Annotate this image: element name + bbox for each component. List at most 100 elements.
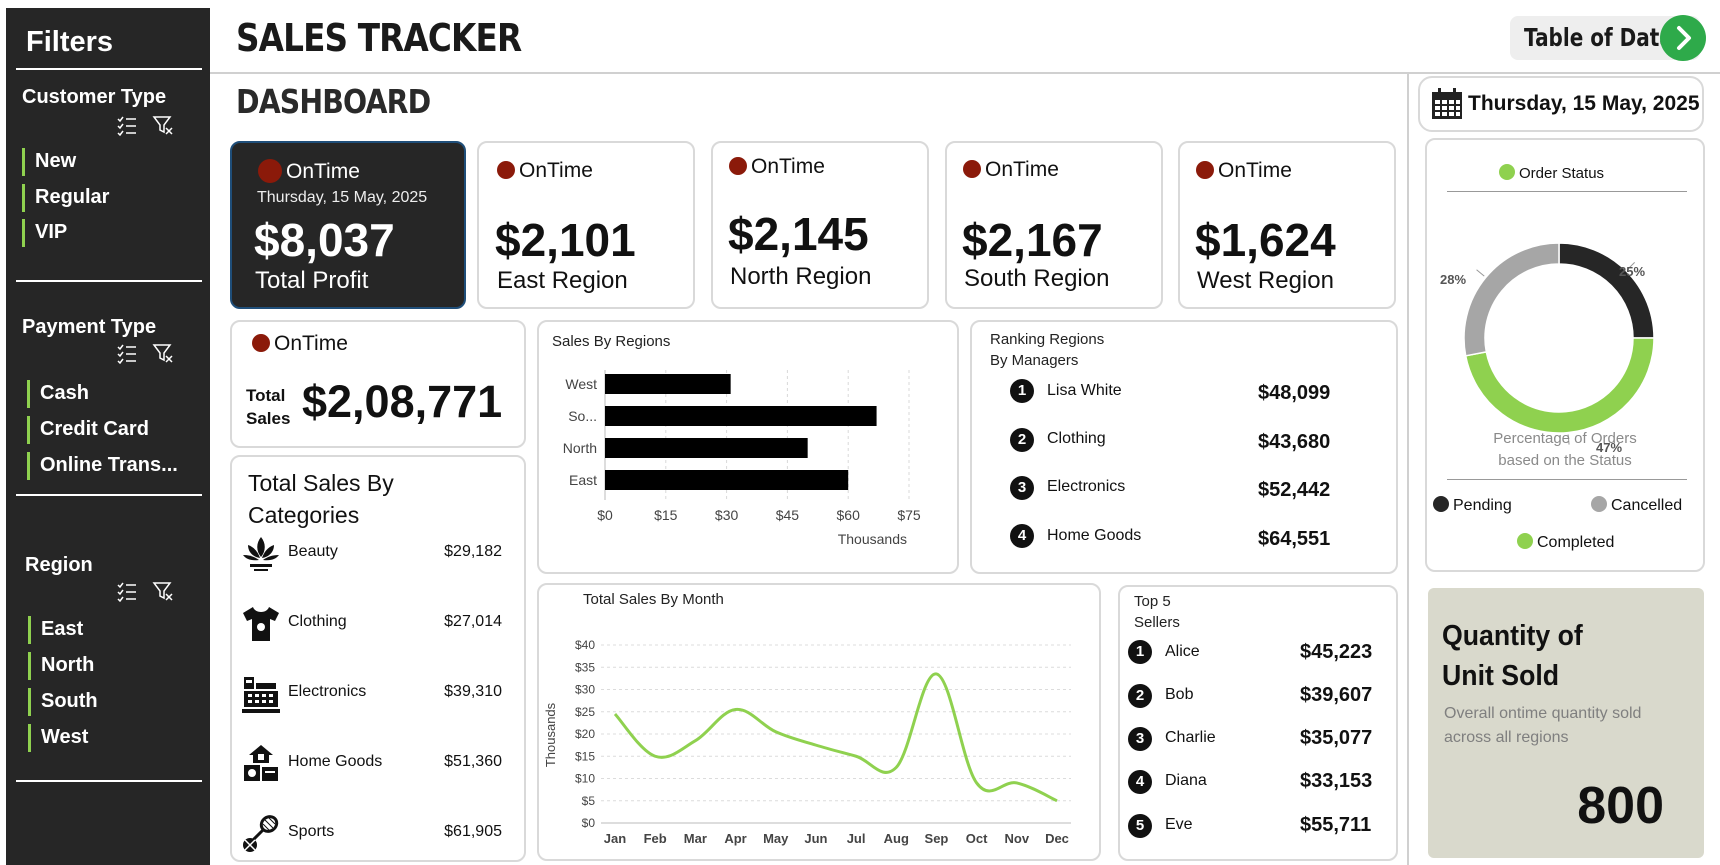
multi-select-icon[interactable] [116, 342, 138, 364]
ranking-managers-card: Ranking Regions By Managers 1 Lisa White… [970, 320, 1398, 574]
kpi-label: East Region [497, 267, 628, 294]
kpi-value: $2,101 [495, 214, 636, 266]
x-tick-label: Nov [1005, 831, 1030, 846]
category-value: $39,310 [444, 683, 502, 700]
category-label: So... [568, 408, 597, 424]
filter-item-online-transfer[interactable]: Online Trans... [27, 452, 178, 480]
bar [605, 470, 849, 490]
x-tick-label: Oct [966, 831, 988, 846]
filter-item-credit-card[interactable]: Credit Card [27, 416, 149, 444]
x-tick-label: Jun [804, 831, 827, 846]
rank-badge: 1 [1010, 379, 1034, 403]
filter-item-cash[interactable]: Cash [27, 380, 89, 408]
category-label: East [569, 472, 597, 488]
status-badge: OnTime [963, 158, 1059, 182]
seller-name: Diana [1165, 772, 1207, 789]
bar [605, 406, 877, 426]
filter-item-south[interactable]: South [28, 688, 98, 716]
category-name: Electronics [288, 683, 367, 700]
divider [1447, 191, 1687, 192]
bar [605, 374, 731, 394]
y-tick-label: $20 [575, 727, 595, 741]
home-goods-icon [244, 745, 278, 781]
clear-filter-icon[interactable] [152, 580, 174, 602]
y-tick-label: $30 [575, 683, 595, 697]
x-tick-label: Jan [604, 831, 626, 846]
legend-dot-icon [1433, 496, 1449, 512]
legend-label: Pending [1453, 497, 1512, 514]
legend-dot-icon [1517, 533, 1533, 549]
order-status-legend-title: Order Status [1499, 164, 1604, 182]
clear-filter-icon[interactable] [152, 342, 174, 364]
total-sales-value: $2,08,771 [302, 376, 503, 427]
status-dot-icon [497, 161, 515, 179]
clear-filter-icon[interactable] [152, 114, 174, 136]
status-dot-icon [729, 157, 747, 175]
kpi-total-profit: OnTime Thursday, 15 May, 2025 $8,037 Tot… [230, 141, 466, 309]
table-of-data-button[interactable]: Table of Data [1510, 15, 1706, 61]
x-tick-label: $15 [654, 507, 678, 523]
sports-icon [243, 815, 279, 852]
filters-sidebar: Filters Customer Type New Regular VIP Pa… [6, 8, 210, 865]
filter-item-east[interactable]: East [28, 616, 83, 644]
categories-title-line2: Categories [248, 502, 360, 528]
x-axis-label: Thousands [838, 531, 907, 547]
legend-pending: Pending [1433, 496, 1512, 515]
x-tick-label: May [763, 831, 789, 846]
multi-select-icon[interactable] [116, 580, 138, 602]
seller-name: Bob [1165, 686, 1194, 703]
filter-item-vip[interactable]: VIP [22, 219, 67, 247]
y-tick-label: $15 [575, 749, 595, 763]
legend-dot-icon [1499, 164, 1515, 180]
quantity-description: Overall ontime quantity sold across all … [1444, 702, 1641, 750]
seller-name: Eve [1165, 816, 1193, 833]
top-sellers-title-line1: Top 5 [1134, 593, 1171, 610]
category-label: West [565, 376, 597, 392]
divider [16, 494, 202, 496]
legend-label: Completed [1537, 534, 1615, 551]
y-tick-label: $35 [575, 660, 595, 674]
y-tick-label: $5 [582, 794, 596, 808]
payment-type-heading: Payment Type [22, 316, 157, 338]
legend-cancelled: Cancelled [1591, 496, 1682, 515]
x-tick-label: $0 [597, 507, 613, 523]
sales-by-month-card: Total Sales By Month $0 $5 $10 $15 $20 $25 $30… [537, 583, 1101, 861]
status-badge: OnTime [497, 159, 593, 183]
order-status-caption: Percentage of Orders based on the Status [1427, 428, 1703, 472]
quantity-title: Quantity of Unit Sold [1442, 616, 1583, 696]
rank-name: Home Goods [1047, 527, 1142, 544]
filters-title: Filters [26, 26, 114, 58]
status-dot-icon [252, 334, 270, 352]
kpi-total-sales: OnTime Total Sales $2,08,771 [230, 320, 526, 448]
category-value: $51,360 [444, 753, 502, 770]
rank-name: Lisa White [1047, 382, 1122, 399]
categories-title-line1: Total Sales By [248, 470, 394, 496]
status-badge: OnTime [258, 159, 360, 184]
x-tick-label: $75 [897, 507, 921, 523]
top-sellers-title: Top 5 Sellers [1134, 591, 1180, 633]
seller-value: $33,153 [1300, 770, 1373, 792]
chevron-right-icon[interactable] [1660, 15, 1706, 61]
total-sales-label: Total Sales [246, 384, 290, 430]
kpi-west-region: OnTime $1,624 West Region [1178, 141, 1396, 309]
filter-item-new[interactable]: New [22, 148, 76, 176]
kpi-south-region: OnTime $2,167 South Region [945, 141, 1163, 309]
panel-divider [1407, 74, 1409, 865]
app-title: SALES TRACKER [236, 16, 522, 60]
seller-value: $55,711 [1300, 814, 1372, 836]
category-name: Sports [288, 823, 335, 840]
status-dot-icon [258, 159, 282, 183]
category-row: Beauty $29,182 [232, 533, 524, 573]
filter-item-regular[interactable]: Regular [22, 184, 109, 212]
status-label: OnTime [751, 155, 825, 178]
multi-select-icon[interactable] [116, 114, 138, 136]
legend-completed: Completed [1517, 533, 1614, 552]
rank-value: $64,551 [1258, 528, 1331, 550]
filter-item-north[interactable]: North [28, 652, 94, 680]
rank-badge: 4 [1010, 524, 1034, 548]
order-status-card: Order Status 25% 47% 28% Percentage of Ord… [1425, 138, 1705, 572]
category-row: Sports $61,905 [232, 813, 524, 853]
divider [16, 780, 202, 782]
filter-item-west[interactable]: West [28, 724, 88, 752]
page-title: DASHBOARD [236, 82, 431, 121]
